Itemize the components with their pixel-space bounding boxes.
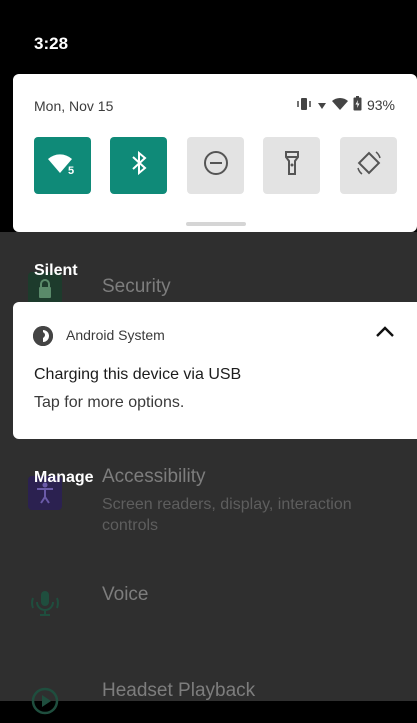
- signal-icon: [317, 97, 327, 113]
- auto-rotate-icon: [355, 149, 383, 182]
- play-circle-icon: [28, 684, 62, 718]
- tile-do-not-disturb[interactable]: [187, 137, 244, 194]
- notification-title: Charging this device via USB: [34, 366, 242, 383]
- tile-bluetooth[interactable]: [110, 137, 167, 194]
- notification-text: Tap for more options.: [34, 394, 185, 411]
- tile-wifi[interactable]: 5: [34, 137, 91, 194]
- android-system-icon: [33, 326, 53, 346]
- vibrate-icon: [296, 97, 312, 114]
- wifi-status-icon: [331, 97, 348, 114]
- settings-item-subtitle: Screen readers, display, interaction con…: [102, 496, 352, 534]
- notification-card[interactable]: Android System Charging this device via …: [13, 302, 417, 439]
- chevron-up-icon[interactable]: [375, 324, 395, 343]
- settings-item-title: Voice: [102, 584, 149, 605]
- qs-date[interactable]: Mon, Nov 15: [34, 98, 113, 114]
- qs-drag-handle[interactable]: [186, 222, 246, 226]
- microphone-icon: [28, 586, 62, 620]
- battery-percent: 93%: [366, 97, 395, 113]
- quick-settings-panel: Mon, Nov 15 93% 5: [13, 74, 417, 232]
- bluetooth-icon: [130, 150, 148, 181]
- settings-item-title: Accessibility: [102, 466, 206, 487]
- tile-flashlight[interactable]: [263, 137, 320, 194]
- flashlight-icon: [283, 150, 301, 181]
- manage-button[interactable]: Manage: [34, 469, 94, 487]
- status-bar: 3:28: [0, 0, 417, 74]
- do-not-disturb-icon: [203, 150, 229, 181]
- settings-item-title: Headset Playback: [102, 680, 256, 701]
- wifi-badge: 5: [68, 165, 74, 175]
- section-silent: Silent: [34, 262, 78, 279]
- notification-app-name: Android System: [66, 327, 165, 343]
- qs-status-icons: 93%: [296, 96, 395, 114]
- tile-auto-rotate[interactable]: [340, 137, 397, 194]
- status-time: 3:28: [34, 34, 69, 53]
- settings-item-title: Security: [102, 276, 171, 297]
- battery-icon: [353, 96, 362, 114]
- wifi-icon: 5: [47, 151, 78, 180]
